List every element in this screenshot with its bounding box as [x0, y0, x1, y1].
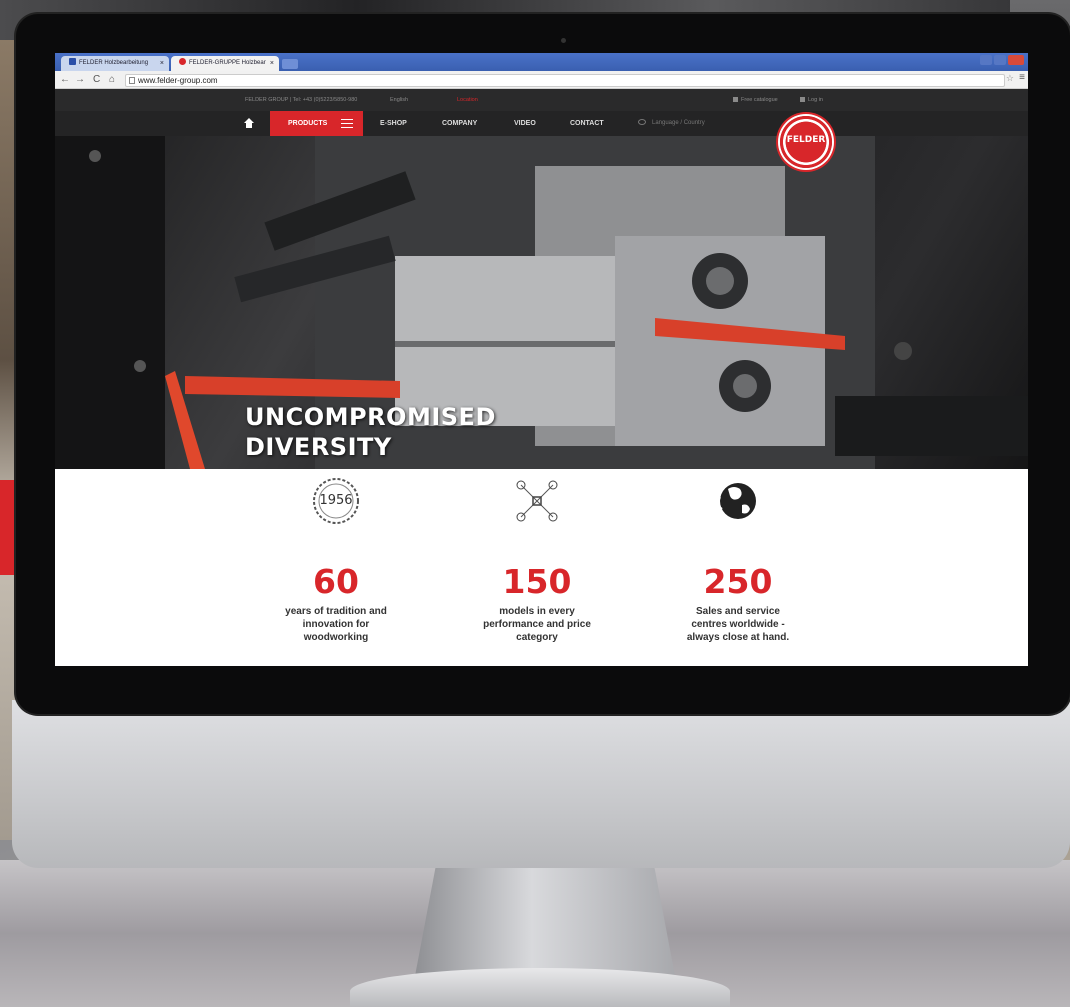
nav-video[interactable]: VIDEO	[514, 111, 536, 136]
minimize-button[interactable]	[980, 55, 992, 65]
stat-number: 250	[703, 562, 773, 601]
favicon-icon	[179, 58, 186, 65]
stat-description: models in every performance and price ca…	[483, 606, 591, 643]
browser-tab-bar: FELDER Holzbearbeitung × FELDER-GRUPPE H…	[55, 53, 1028, 71]
monitor-screen: FELDER Holzbearbeitung × FELDER-GRUPPE H…	[55, 53, 1028, 666]
tab-label: FELDER Holzbearbeitung	[79, 60, 149, 66]
stat-description: years of tradition and innovation for wo…	[285, 606, 387, 643]
catalogue-label: Free catalogue	[741, 97, 778, 103]
forward-arrow-icon[interactable]: →	[75, 73, 85, 87]
tab-close-icon[interactable]: ×	[270, 56, 274, 71]
nav-products-label: PRODUCTS	[288, 120, 328, 127]
network-icon	[507, 475, 567, 527]
felder-logo[interactable]: FELDER	[780, 116, 832, 168]
url-text: www.felder-group.com	[138, 76, 218, 85]
catalogue-icon	[733, 97, 738, 102]
favicon-icon	[69, 58, 76, 65]
hero-title: UNCOMPROMISED DIVERSITY	[245, 402, 496, 462]
tab-label: FELDER-GRUPPE Holzbear	[189, 60, 266, 66]
stat-description: Sales and service centres worldwide - al…	[686, 606, 790, 643]
world-map-icon	[638, 119, 646, 125]
nav-language-label: Language / Country	[652, 120, 705, 126]
user-icon	[800, 97, 805, 102]
nav-contact[interactable]: CONTACT	[570, 111, 604, 136]
window-controls	[980, 55, 1024, 65]
browser-address-bar: ← → C ⌂ www.felder-group.com ☆ ≡	[55, 71, 1028, 89]
monitor-stand-base	[350, 968, 730, 1007]
phone-text: FELDER GROUP | Tel: +43 (0)5223/5850-980	[245, 97, 358, 103]
nav-language-country[interactable]: Language / Country	[638, 111, 705, 136]
nav-eshop[interactable]: E-SHOP	[380, 111, 407, 136]
stats-section: 1956 60 years of tradition and innovatio…	[55, 469, 1028, 666]
login-link[interactable]: Log in	[800, 89, 823, 111]
camera-icon	[561, 38, 566, 43]
hero-banner: UNCOMPROMISED DIVERSITY	[55, 136, 1028, 469]
nav-products-button[interactable]: PRODUCTS	[270, 111, 363, 136]
catalogue-link[interactable]: Free catalogue	[733, 89, 778, 111]
stat-tradition: 1956 60 years of tradition and innovatio…	[261, 469, 411, 644]
home-button-icon[interactable]: ⌂	[109, 73, 115, 87]
monitor-chin	[12, 700, 1070, 868]
page-icon	[129, 77, 135, 84]
badge-year: 1956	[319, 493, 353, 508]
monitor-stand-neck	[415, 866, 675, 976]
tab-close-icon[interactable]: ×	[160, 56, 164, 71]
reload-icon[interactable]: C	[93, 73, 100, 87]
hero-title-line-1: UNCOMPROMISED	[245, 403, 496, 431]
close-window-button[interactable]	[1007, 55, 1024, 65]
hero-title-line-2: DIVERSITY	[245, 433, 392, 461]
logo-text: FELDER	[786, 135, 826, 145]
url-input[interactable]: www.felder-group.com	[125, 74, 1005, 87]
new-tab-button[interactable]	[282, 59, 298, 69]
stat-models: 150 models in every performance and pric…	[462, 469, 612, 644]
star-icon[interactable]: ☆	[1006, 73, 1014, 84]
browser-tab-1[interactable]: FELDER Holzbearbeitung ×	[61, 56, 169, 71]
location-link[interactable]: Location	[457, 89, 478, 111]
main-navigation: PRODUCTS E-SHOP COMPANY VIDEO CONTACT La…	[55, 111, 1028, 136]
gear-badge-icon: 1956	[306, 475, 366, 527]
sliders-icon	[341, 119, 353, 128]
stat-number: 60	[313, 562, 359, 601]
home-icon[interactable]	[244, 118, 254, 128]
menu-icon[interactable]: ≡	[1019, 72, 1025, 83]
browser-tab-2[interactable]: FELDER-GRUPPE Holzbear ×	[171, 56, 279, 71]
stat-number: 150	[502, 562, 572, 601]
back-arrow-icon[interactable]: ←	[60, 73, 70, 87]
globe-icon	[708, 475, 768, 527]
hero-machine-image	[55, 136, 1028, 469]
nav-company[interactable]: COMPANY	[442, 111, 477, 136]
login-label: Log in	[808, 97, 823, 103]
language-link[interactable]: English	[390, 89, 408, 111]
maximize-button[interactable]	[993, 55, 1006, 65]
site-topbar: FELDER GROUP | Tel: +43 (0)5223/5850-980…	[55, 89, 1028, 111]
stat-service-centres: 250 Sales and service centres worldwide …	[663, 469, 813, 644]
